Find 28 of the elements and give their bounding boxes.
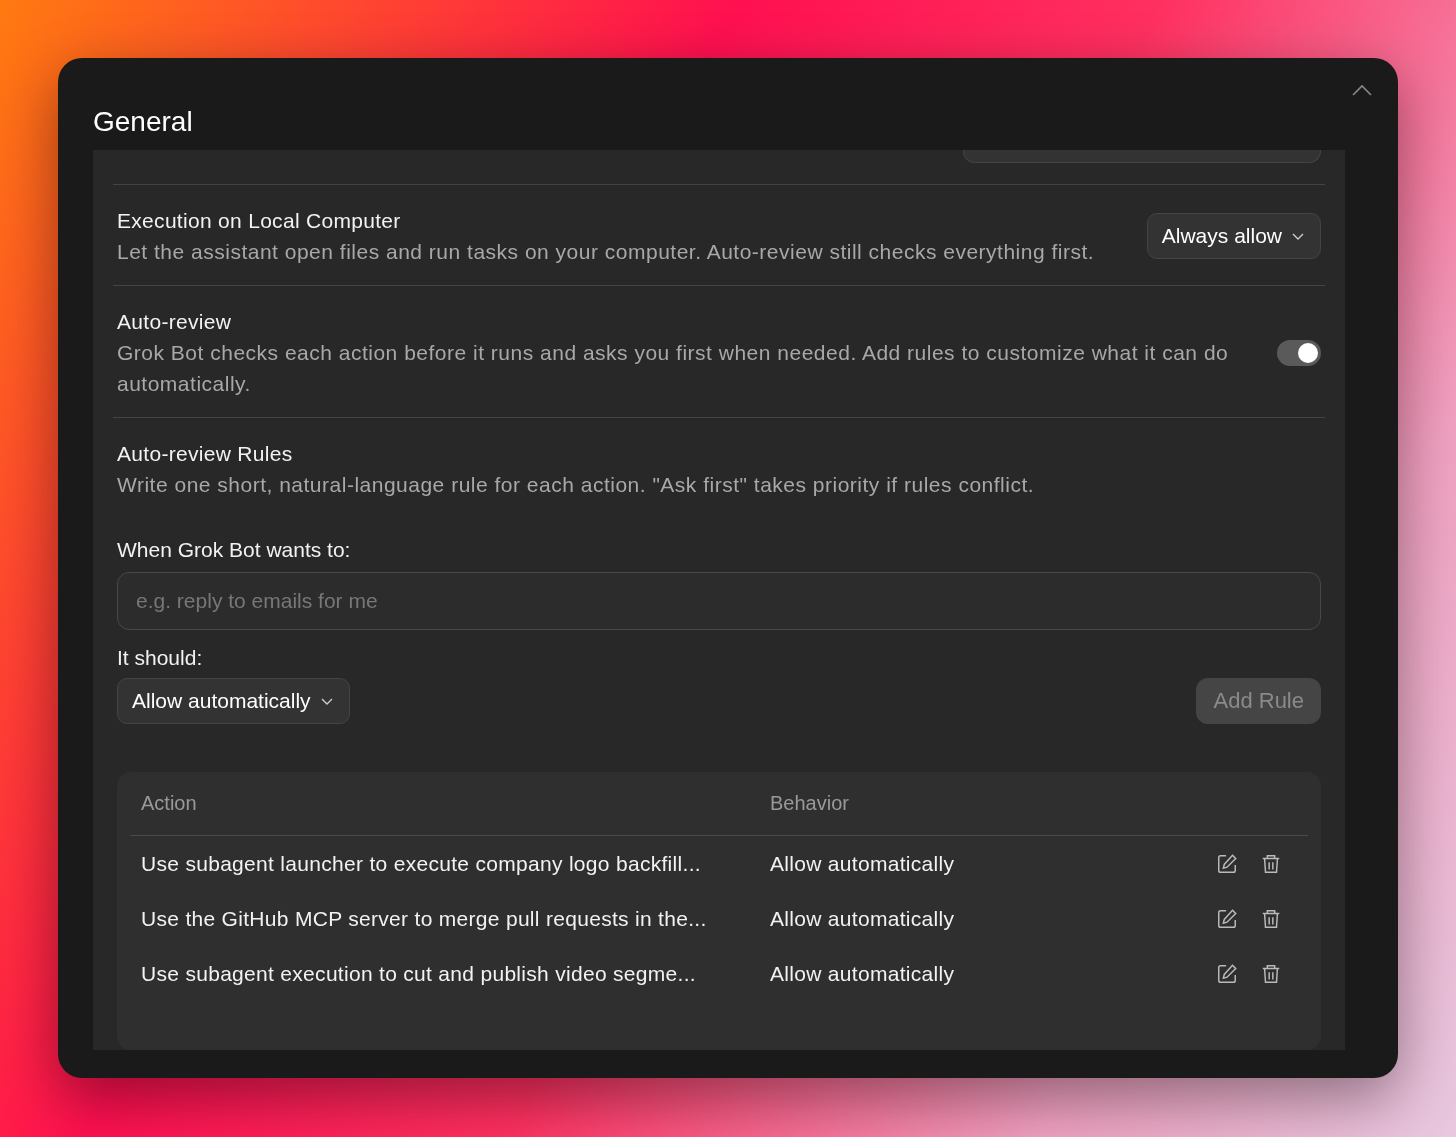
input-field[interactable]: e.g. reply to emails for me [117, 572, 1321, 630]
edit-icon[interactable] [1216, 852, 1238, 875]
setting-title: Execution on Local Computer [117, 208, 402, 234]
setting-description: Write one short, natural-language rule for each action. "Ask first" takes priority if rules conflict. [117, 472, 1036, 498]
trash-icon[interactable] [1260, 852, 1282, 875]
column-header: Behavior [770, 792, 850, 815]
edit-icon[interactable] [1216, 962, 1238, 985]
dropdown[interactable]: Always allow [1146, 213, 1321, 259]
dropdown[interactable]: Allow automatically [117, 678, 350, 724]
trash-icon[interactable] [1260, 907, 1282, 930]
table-cell-text: Use subagent execution to cut and publish video segme... [141, 961, 697, 986]
edit-icon[interactable] [1216, 907, 1238, 930]
section-title: General [93, 106, 193, 138]
table-cell-text: Use subagent launcher to execute company logo backfill... [141, 851, 702, 876]
setting-title: Auto-review [117, 309, 233, 335]
table-cell-text: Allow automatically [770, 906, 956, 931]
setting-title: Auto-review Rules [117, 441, 294, 467]
chevron-up-icon[interactable] [1352, 84, 1372, 96]
table-cell-text: Allow automatically [770, 961, 956, 986]
setting-description: Grok Bot checks each action before it runs and asks you first when needed. Add rules to customize what it can do automatically. [117, 340, 1230, 397]
trash-icon[interactable] [1260, 962, 1282, 985]
column-header: Action [141, 792, 198, 815]
table-cell-text: Allow automatically [770, 851, 956, 876]
field-label: When Grok Bot wants to: [117, 538, 352, 562]
setting-description: Let the assistant open files and run tasks on your computer. Auto-review still checks everything first. [117, 239, 1096, 265]
toggle-switch[interactable] [1277, 339, 1321, 366]
table-cell-text: Use the GitHub MCP server to merge pull requests in the... [141, 906, 708, 931]
field-label: It should: [117, 646, 204, 670]
